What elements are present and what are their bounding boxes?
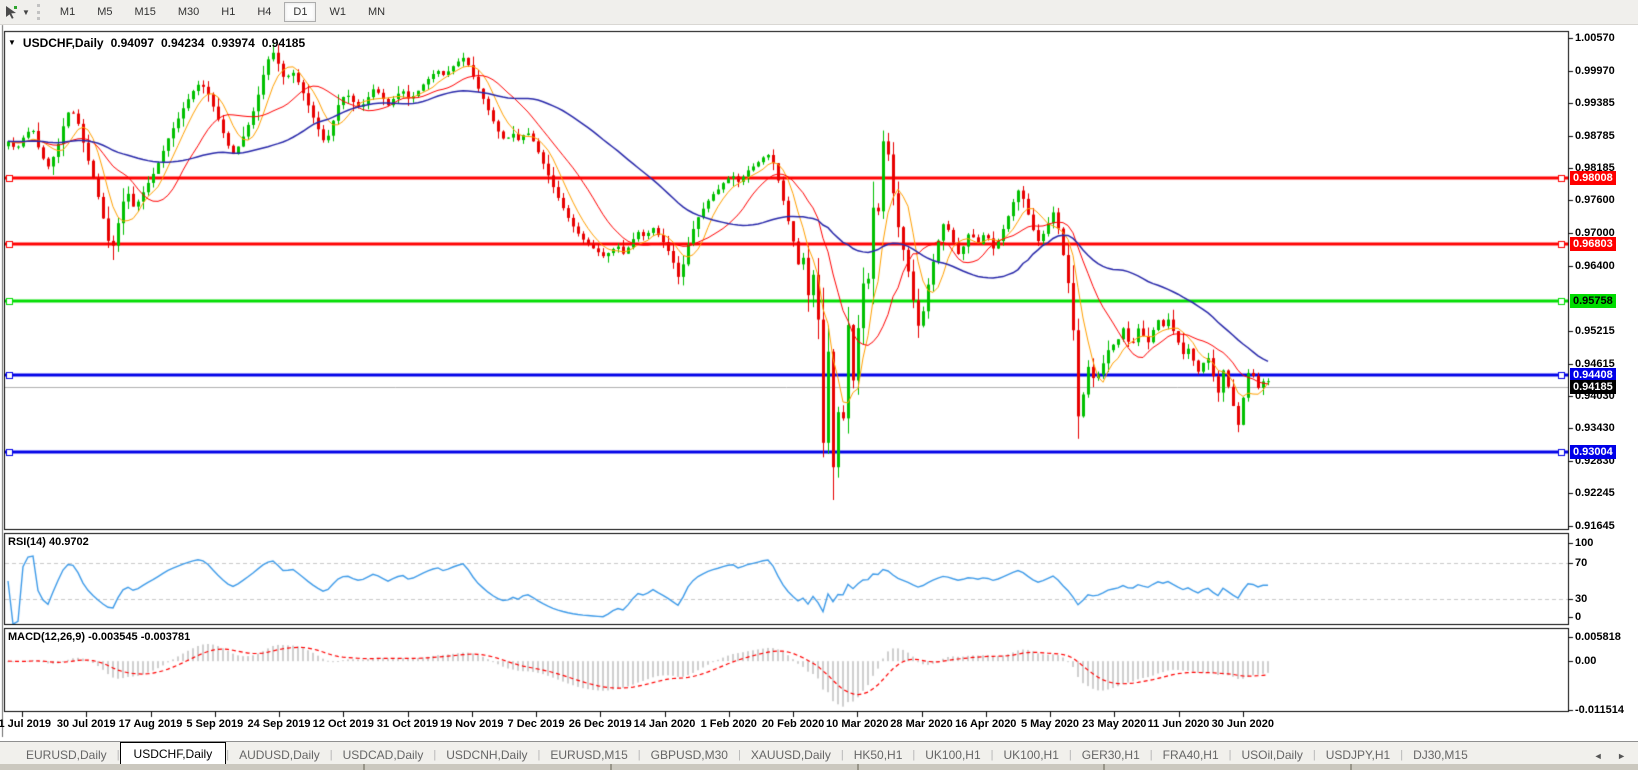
chart-tab-uk100-h1[interactable]: UK100,H1 [915, 744, 990, 765]
chart-tab-hk50-h1[interactable]: HK50,H1 [844, 744, 913, 765]
timeframe-button-h1[interactable]: H1 [212, 2, 244, 22]
date-axis-label: 12 Oct 2019 [312, 718, 374, 730]
chart-tab-fra40-h1[interactable]: FRA40,H1 [1153, 744, 1229, 765]
chart-tab-dj30-m15[interactable]: DJ30,M15 [1403, 744, 1478, 765]
date-axis-label: 24 Sep 2019 [247, 718, 311, 730]
date-axis-label: 20 Feb 2020 [761, 718, 825, 730]
date-axis-label: 28 Mar 2020 [890, 718, 953, 730]
hline-price-label: 0.94185 [1570, 380, 1616, 395]
price-axis-label: 0.92245 [1575, 487, 1615, 500]
chart-tab-usdchf-daily[interactable]: USDCHF,Daily [119, 742, 227, 765]
timeframe-button-m1[interactable]: M1 [51, 2, 84, 22]
indicator-axis-label: 100 [1575, 537, 1594, 549]
price-axis-label: 0.95215 [1575, 324, 1615, 337]
tab-scroll-arrows: ◄ ► [1594, 751, 1632, 761]
chart-tab-gbpusd-m30[interactable]: GBPUSD,M30 [641, 744, 738, 765]
timeframe-button-m15[interactable]: M15 [125, 2, 164, 22]
indicator-axis-label: -0.011514 [1575, 704, 1624, 716]
indicator-axis-label: 30 [1575, 593, 1588, 605]
tab-scroll-right-icon[interactable]: ► [1617, 751, 1632, 761]
tab-scroll-left-icon[interactable]: ◄ [1594, 751, 1609, 761]
timeframe-button-m30[interactable]: M30 [169, 2, 208, 22]
price-axis-label: 0.97600 [1575, 194, 1615, 207]
price-axis-label: 0.99970 [1575, 64, 1615, 77]
indicator-axis-label: 0 [1575, 611, 1582, 623]
date-axis-label: 1 Feb 2020 [700, 718, 757, 730]
date-axis-label: 30 Jul 2019 [56, 718, 116, 730]
chart-tab-audusd-daily[interactable]: AUDUSD,Daily [229, 744, 330, 765]
date-axis-label: 23 May 2020 [1082, 718, 1147, 730]
timeframe-button-d1[interactable]: D1 [284, 2, 317, 22]
date-axis-label: 17 Aug 2019 [118, 718, 183, 730]
date-axis-label: 19 Nov 2019 [439, 718, 504, 730]
hline-price-label: 0.93004 [1570, 444, 1616, 459]
price-axis-label: 0.93430 [1575, 422, 1615, 435]
chart-tab-usoil-daily[interactable]: USOil,Daily [1232, 744, 1313, 765]
rsi-label: RSI(14) 40.9702 [8, 536, 89, 548]
price-axis-label: 1.00570 [1575, 32, 1615, 44]
hline-price-label: 0.96803 [1570, 236, 1616, 251]
collapse-icon[interactable]: ▼ [8, 38, 16, 47]
price-axis-label: 0.99385 [1575, 96, 1615, 109]
chart-tab-xauusd-daily[interactable]: XAUUSD,Daily [741, 744, 841, 765]
date-axis-label: 11 Jul 2019 [0, 718, 52, 730]
date-axis-label: 10 Mar 2020 [826, 718, 889, 730]
date-axis-label: 16 Apr 2020 [955, 718, 1017, 730]
date-axis-label: 31 Oct 2019 [376, 718, 439, 730]
macd-main-value: -0.003545 [88, 631, 138, 643]
chart-tab-eurusd-daily[interactable]: EURUSD,Daily [16, 744, 117, 765]
chart-tab-usdcnh-daily[interactable]: USDCNH,Daily [436, 744, 537, 765]
toolbar-drag-handle[interactable] [36, 4, 40, 20]
date-axis-label: 5 May 2020 [1020, 718, 1080, 730]
chart-canvas[interactable] [0, 0, 1638, 740]
price-axis-label: 0.98785 [1575, 129, 1615, 142]
chart-tabs: EURUSD,Daily | USDCHF,Daily | AUDUSD,Daily | U… [16, 742, 1478, 765]
price-axis-label: 0.91645 [1575, 520, 1615, 532]
price-axis-label: 0.96400 [1575, 260, 1615, 272]
chart-tab-usdcad-daily[interactable]: USDCAD,Daily [333, 744, 434, 765]
chart-header: ▼ USDCHF,Daily 0.94097 0.94234 0.93974 0… [8, 36, 305, 50]
chart-tab-bar: EURUSD,Daily | USDCHF,Daily | AUDUSD,Daily | U… [0, 741, 1638, 765]
rsi-title: RSI(14) [8, 536, 46, 548]
macd-title: MACD(12,26,9) [8, 631, 86, 643]
chart-cursor-icon[interactable] [3, 4, 19, 20]
chart-tab-ger30-h1[interactable]: GER30,H1 [1072, 744, 1150, 765]
indicator-axis-label: 0.005818 [1575, 631, 1621, 643]
date-axis-label: 26 Dec 2019 [568, 718, 632, 730]
date-axis-label: 7 Dec 2019 [507, 718, 565, 730]
timeframe-button-w1[interactable]: W1 [320, 2, 355, 22]
timeframe-button-h4[interactable]: H4 [248, 2, 280, 22]
timeframe-buttons: M1 M5 M15 M30 H1 H4 D1 W1 MN [49, 2, 396, 22]
chart-tab-usdjpy-h1[interactable]: USDJPY,H1 [1316, 744, 1400, 765]
indicator-axis-label: 70 [1575, 557, 1588, 569]
date-axis-label: 5 Sep 2019 [186, 718, 244, 730]
chart-symbol-label: USDCHF,Daily [22, 36, 104, 50]
date-axis-label: 11 Jun 2020 [1147, 718, 1210, 730]
timeframe-button-m5[interactable]: M5 [88, 2, 121, 22]
macd-signal-value: -0.003781 [140, 631, 191, 643]
hline-price-label: 0.95758 [1570, 294, 1616, 309]
chart-tab-eurusd-m15[interactable]: EURUSD,M15 [540, 744, 637, 765]
ohlc-open: 0.94097 [110, 36, 154, 50]
date-axis-label: 14 Jan 2020 [633, 718, 696, 730]
timeframe-button-mn[interactable]: MN [359, 2, 394, 22]
timeframe-toolbar: ▼ M1 M5 M15 M30 H1 H4 D1 W1 MN [0, 0, 1638, 25]
indicator-axis-label: 0.00 [1575, 655, 1597, 667]
rsi-value: 40.9702 [48, 536, 89, 548]
status-strip [0, 764, 1638, 770]
macd-label: MACD(12,26,9) -0.003545 -0.003781 [8, 631, 190, 643]
ohlc-high: 0.94234 [161, 36, 205, 50]
chart-tab-uk100-h1[interactable]: UK100,H1 [994, 744, 1069, 765]
date-axis-label: 30 Jun 2020 [1211, 718, 1274, 730]
ohlc-close: 0.94185 [261, 36, 306, 50]
hline-price-label: 0.98008 [1570, 171, 1616, 186]
app-window: { "toolbar": { "caret_icon": "▼", "timef… [0, 0, 1638, 770]
ohlc-low: 0.93974 [211, 36, 255, 50]
chevron-down-icon[interactable]: ▼ [22, 8, 30, 17]
